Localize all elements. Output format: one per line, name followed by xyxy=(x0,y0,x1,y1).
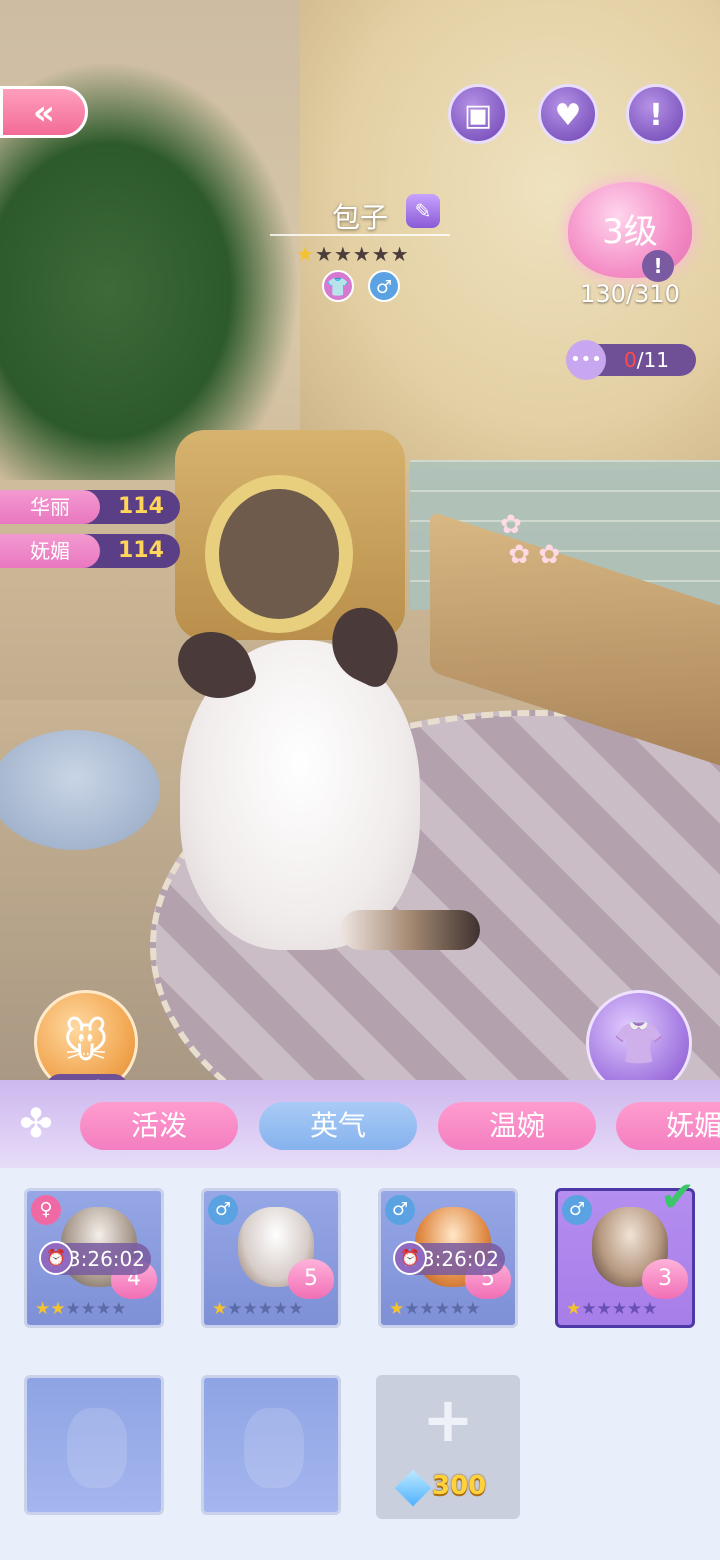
star-empty-icon: ★★★★★ xyxy=(581,1299,658,1319)
tab-charming[interactable]: 妩媚 xyxy=(616,1102,720,1150)
pet-card-stars: ★★★★★★ xyxy=(212,1299,303,1319)
slot-price: 300 xyxy=(432,1471,487,1501)
star-filled-icon: ★ xyxy=(566,1299,582,1319)
cat-character[interactable] xyxy=(170,598,480,950)
chat-bubble-icon: ••• xyxy=(566,340,606,380)
shirt-icon: 👚 xyxy=(612,1018,666,1067)
personality-tab-bar: ✤ 活泼 英气 温婉 妩媚 xyxy=(0,1080,720,1168)
attribute-label: 华丽 xyxy=(0,490,100,524)
attribute-label: 妩媚 xyxy=(0,534,100,568)
male-gender-icon: ♂ xyxy=(368,270,400,302)
name-divider xyxy=(270,234,450,236)
mouse-icon: 🐭 xyxy=(63,1017,109,1068)
pet-level-heart: 5 xyxy=(288,1259,334,1299)
female-gender-icon: ♀ xyxy=(31,1195,61,1225)
empty-pet-slot[interactable] xyxy=(24,1375,164,1515)
pet-timer: ⏰ 03:26:02 xyxy=(393,1241,505,1275)
chat-counter[interactable]: ••• 0/11 xyxy=(566,340,696,380)
pet-card-stars: ★★★★★★ xyxy=(35,1299,126,1319)
male-gender-icon: ♂ xyxy=(562,1195,592,1225)
chat-count-current: 0 xyxy=(624,348,637,372)
attribute-value: 114 xyxy=(118,538,164,563)
exclamation-icon[interactable]: ! xyxy=(626,84,686,144)
clock-icon: ⏰ xyxy=(39,1241,73,1275)
star-empty-icon: ★★★★ xyxy=(65,1299,127,1319)
pet-level-heart: 3 xyxy=(642,1259,688,1299)
empty-slot-silhouette xyxy=(67,1408,127,1488)
heart-icon[interactable]: ♥ xyxy=(538,84,598,144)
star-empty-icon: ★★★★★ xyxy=(227,1299,304,1319)
level-label: 3级 xyxy=(602,212,658,252)
star-filled-icon: ★ xyxy=(212,1299,228,1319)
pet-card[interactable]: ♂ 5 ★★★★★★ xyxy=(201,1188,341,1328)
star-empty-icon: ★★★★★ xyxy=(404,1299,481,1319)
pet-name: 包子 xyxy=(331,201,388,234)
tab-lively[interactable]: 活泼 xyxy=(80,1102,238,1150)
male-gender-icon: ♂ xyxy=(385,1195,415,1225)
male-gender-icon: ♂ xyxy=(208,1195,238,1225)
pet-card[interactable]: ♀ 4 ⏰ 03:26:02 ★★★★★★ xyxy=(24,1188,164,1328)
chat-count: 0/11 xyxy=(624,344,669,376)
diamond-icon xyxy=(394,1469,432,1507)
attribute-charming: 妩媚 114 xyxy=(0,534,180,568)
buy-pet-slot-button[interactable]: + 300 xyxy=(376,1375,520,1519)
tab-gentle[interactable]: 温婉 xyxy=(438,1102,596,1150)
empty-slot-silhouette xyxy=(244,1408,304,1488)
clover-icon[interactable]: ✤ xyxy=(14,1102,58,1146)
star-filled-icon: ★★ xyxy=(35,1299,66,1319)
wardrobe-cat-icon[interactable]: ▣ xyxy=(448,84,508,144)
outfit-icon[interactable]: 👕 xyxy=(322,270,354,302)
pet-card-stars: ★★★★★★ xyxy=(389,1299,480,1319)
pet-card[interactable]: ♂ 5 ⏰ 03:26:02 ★★★★★★ xyxy=(378,1188,518,1328)
chat-count-total: /11 xyxy=(636,348,669,372)
star-filled-icon: ★ xyxy=(389,1299,405,1319)
attribute-gorgeous: 华丽 114 xyxy=(0,490,180,524)
attribute-value: 114 xyxy=(118,494,164,519)
edit-name-icon[interactable]: ✎ xyxy=(406,194,440,228)
level-info-icon[interactable]: ! xyxy=(642,250,674,282)
exp-progress: 130/310 xyxy=(580,280,680,308)
clock-icon: ⏰ xyxy=(393,1241,427,1275)
pet-timer: ⏰ 03:26:02 xyxy=(39,1241,151,1275)
cat-tail xyxy=(340,910,480,950)
back-button[interactable]: « xyxy=(0,86,88,138)
star-filled-icon: ★ xyxy=(296,242,315,266)
star-empty-icon: ★★★★★ xyxy=(314,242,410,266)
pet-star-rating: ★★★★★★ xyxy=(296,242,410,266)
selected-check-icon: ✔ xyxy=(660,1172,696,1221)
plus-icon: + xyxy=(422,1383,474,1456)
empty-pet-slot[interactable] xyxy=(201,1375,341,1515)
sparkle-flowers: ✿ ✿ ✿ xyxy=(500,510,561,570)
exclamation-glyph: ! xyxy=(649,98,663,133)
pet-card-stars: ★★★★★★ xyxy=(566,1299,657,1319)
tab-heroic[interactable]: 英气 xyxy=(259,1102,417,1150)
